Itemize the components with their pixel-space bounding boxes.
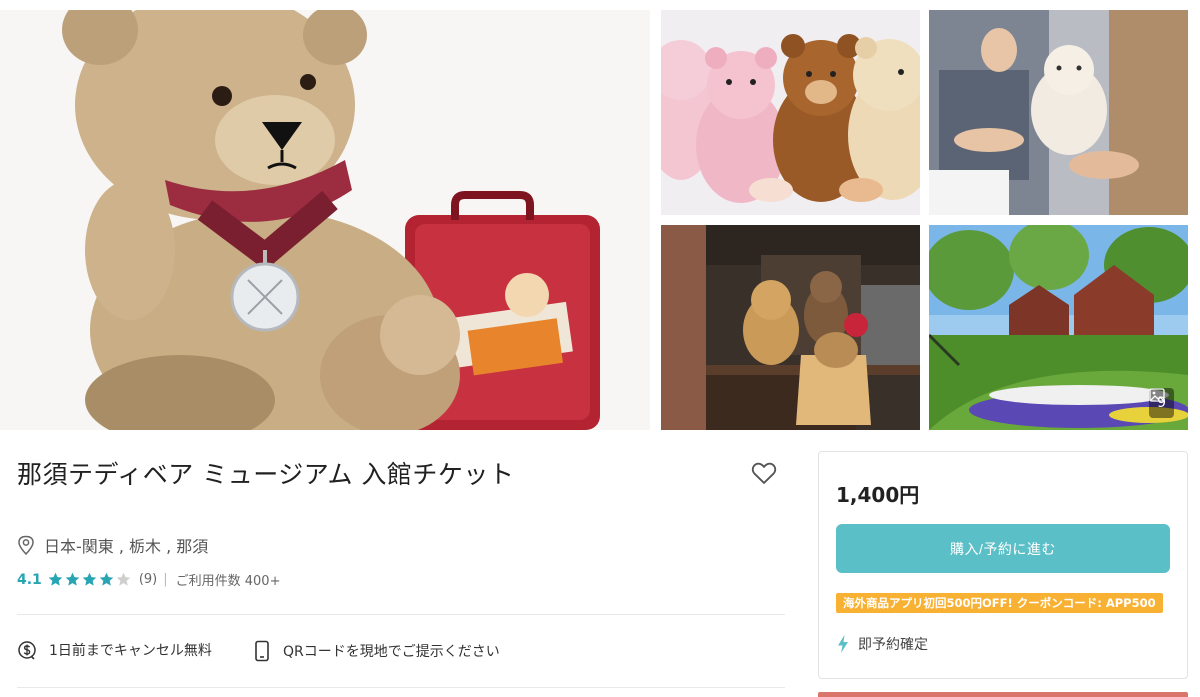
rating-separator: | [163,572,168,587]
free-cancel-text: 1日前までキャンセル無料 [49,643,212,659]
divider [17,687,785,688]
review-count[interactable]: (9) [139,572,157,587]
image-icon [1149,388,1165,402]
qr-code-text: QRコードを現地でご提示ください [283,644,500,660]
phone-icon [255,640,269,662]
lightning-icon [838,635,848,653]
price: 1,400円 [836,483,920,507]
star-icon [65,572,80,586]
heart-outline-icon [751,462,777,484]
gallery-photo-3[interactable] [661,225,920,430]
promo-banner: 海外商品アプリ初回500円OFF! クーポンコード: APP500 [836,593,1163,613]
usage-count: ご利用件数 400+ [175,574,281,589]
map-pin-icon [18,535,34,555]
instant-confirmation: 即予約確定 [836,634,928,654]
rating-stars [48,572,131,587]
star-icon [48,572,63,586]
star-empty-icon [116,572,131,586]
gallery-photo-4[interactable]: 9 [929,225,1188,430]
gallery-photo-1[interactable] [661,10,920,215]
product-title: 那須テディベア ミュージアム 入館チケット [17,460,515,489]
rating-score: 4.1 [17,571,42,588]
location-text: 日本-関東 , 栃木 , 那須 [44,537,209,556]
booking-card: 1,400円 購入/予約に進む 海外商品アプリ初回500円OFF! クーポンコー… [818,451,1188,679]
divider [17,614,785,615]
location-row: 日本-関東 , 栃木 , 那須 [17,533,208,557]
gallery-photo-2[interactable] [929,10,1188,215]
bottom-bar [818,692,1188,697]
photo-gallery: 9 [0,0,1200,431]
star-icon [82,572,97,586]
wishlist-button[interactable] [750,459,778,487]
photo-count-badge[interactable]: 9 [1149,388,1174,418]
feature-free-cancel: 1日前までキャンセル無料 [17,640,212,660]
rating-row[interactable]: 4.1 (9) | ご利用件数 400+ [17,570,281,590]
dollar-cancel-icon [18,641,36,660]
feature-qr-code: QRコードを現地でご提示ください [253,640,500,662]
book-button[interactable]: 購入/予約に進む [836,524,1170,573]
instant-confirmation-text: 即予約確定 [858,637,928,653]
star-icon [99,572,114,586]
main-photo[interactable] [0,10,650,430]
